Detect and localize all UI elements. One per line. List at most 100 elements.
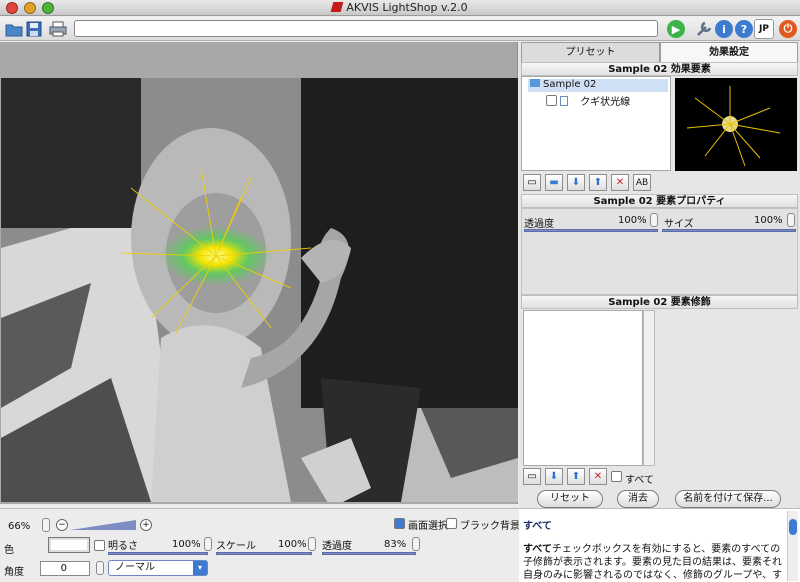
spike-rays-preview-image bbox=[686, 86, 781, 167]
folder-open-icon: ▬ bbox=[549, 177, 559, 188]
angle-input[interactable]: 0 bbox=[40, 561, 90, 576]
bottom-controls: 66% − + 画面選択 ブラック背景 色 明るさ 100% スケール 100%… bbox=[0, 508, 520, 582]
right-panel: プリセット 効果設定 Sample 02 効果要素 Sample 02 クギ状光… bbox=[519, 42, 800, 508]
save-as-button[interactable]: 名前を付けて保存... bbox=[675, 490, 781, 508]
black-bg-label: ブラック背景 bbox=[460, 521, 520, 532]
tree-root-label: Sample 02 bbox=[543, 79, 597, 90]
play-icon: ▶ bbox=[667, 20, 685, 38]
move-up-button[interactable]: ⬆ bbox=[589, 174, 607, 191]
move-down-button[interactable]: ⬇ bbox=[567, 174, 585, 191]
scale-label: スケール bbox=[216, 541, 256, 552]
properties-area: 透過度 100% サイズ 100% bbox=[521, 208, 798, 295]
show-all-label: すべて bbox=[625, 475, 654, 486]
add-folder-button[interactable]: ▬ bbox=[545, 174, 563, 191]
help-button[interactable]: ? bbox=[734, 19, 754, 39]
rename-icon: AB bbox=[635, 177, 649, 188]
printer-icon bbox=[49, 21, 67, 37]
wrench-icon bbox=[697, 21, 712, 36]
opacity-bottom-stepper[interactable] bbox=[412, 537, 420, 551]
preferences-button[interactable] bbox=[694, 19, 714, 39]
photo-image bbox=[1, 78, 518, 502]
delete-x-icon: ✕ bbox=[593, 471, 603, 482]
opacity-slider[interactable] bbox=[524, 229, 658, 232]
photo-canvas[interactable] bbox=[1, 78, 518, 502]
scale-stepper[interactable] bbox=[308, 537, 316, 551]
tree-child-label: クギ状光線 bbox=[580, 97, 631, 108]
help-body: チェックボックスを有効にすると、要素のすべての子修飾が表示されます。要素の見た目… bbox=[523, 544, 783, 581]
modifiers-toolbar: ▭ ⬇ ⬆ ✕ すべて bbox=[523, 468, 673, 488]
new-document-icon: ▭ bbox=[527, 471, 537, 482]
arrow-up-icon: ⬆ bbox=[593, 177, 603, 188]
akvis-logo-icon bbox=[331, 2, 344, 12]
color-swatch[interactable] bbox=[48, 537, 90, 553]
tree-item-spike-rays[interactable]: クギ状光線 bbox=[546, 93, 666, 108]
modifiers-scrollbar[interactable] bbox=[643, 310, 655, 466]
blend-mode-select[interactable]: ノーマル ▾ bbox=[108, 560, 208, 576]
folder-icon bbox=[530, 79, 540, 87]
language-button[interactable]: JP bbox=[754, 19, 774, 39]
print-button[interactable] bbox=[48, 19, 68, 39]
tab-effect-settings[interactable]: 効果設定 bbox=[660, 42, 798, 62]
zoom-in-icon[interactable]: + bbox=[140, 519, 152, 531]
modifiers-list[interactable] bbox=[523, 310, 643, 466]
size-stepper[interactable] bbox=[787, 213, 795, 227]
angle-stepper[interactable] bbox=[96, 561, 104, 575]
arrow-down-icon: ⬇ bbox=[571, 177, 581, 188]
document-icon bbox=[560, 96, 569, 106]
floppy-disk-icon bbox=[26, 21, 42, 37]
help-text: すべてチェックボックスを有効にすると、要素のすべての子修飾が表示されます。要素の… bbox=[523, 543, 783, 582]
path-field[interactable] bbox=[74, 20, 658, 37]
tree-item-root[interactable]: Sample 02 bbox=[528, 79, 668, 92]
help-panel: すべて すべてチェックボックスを有効にすると、要素のすべての子修飾が表示されます… bbox=[519, 508, 800, 582]
show-all-checkbox[interactable] bbox=[611, 471, 622, 482]
window-title: AKVIS LightShop v.2.0 bbox=[0, 1, 800, 14]
reset-button[interactable]: リセット bbox=[537, 490, 603, 508]
brightness-stepper[interactable] bbox=[204, 537, 212, 551]
help-scroll-thumb[interactable] bbox=[789, 519, 797, 535]
power-button[interactable]: ⏻ bbox=[778, 19, 798, 39]
zoom-out-icon[interactable]: − bbox=[56, 519, 68, 531]
help-scrollbar[interactable] bbox=[787, 511, 798, 581]
zoom-slider[interactable] bbox=[70, 519, 136, 531]
info-button[interactable]: i bbox=[714, 19, 734, 39]
delete-x-icon: ✕ bbox=[615, 177, 625, 188]
element-visible-checkbox[interactable] bbox=[546, 95, 557, 106]
open-button[interactable] bbox=[4, 19, 24, 39]
scale-slider[interactable] bbox=[216, 552, 312, 555]
rename-element-button[interactable]: AB bbox=[633, 174, 651, 191]
screen-select-label: 画面選択 bbox=[408, 521, 448, 532]
opacity-value[interactable]: 100% bbox=[618, 215, 647, 226]
opacity-stepper[interactable] bbox=[650, 213, 658, 227]
screen-select-checkbox[interactable] bbox=[394, 518, 405, 529]
opacity-bottom-slider[interactable] bbox=[322, 552, 416, 555]
save-button[interactable] bbox=[24, 19, 44, 39]
new-modifier-button[interactable]: ▭ bbox=[523, 468, 541, 485]
run-button[interactable]: ▶ bbox=[666, 19, 686, 39]
black-bg-checkbox[interactable] bbox=[446, 518, 457, 529]
brightness-slider[interactable] bbox=[108, 552, 208, 555]
delete-button[interactable]: 消去 bbox=[617, 490, 659, 508]
window-title-text: AKVIS LightShop v.2.0 bbox=[346, 1, 468, 14]
new-element-button[interactable]: ▭ bbox=[523, 174, 541, 191]
size-value[interactable]: 100% bbox=[754, 215, 783, 226]
element-preview bbox=[675, 78, 797, 171]
elements-tree[interactable]: Sample 02 クギ状光線 bbox=[521, 76, 671, 171]
delete-element-button[interactable]: ✕ bbox=[611, 174, 629, 191]
color-label: 色 bbox=[4, 545, 14, 556]
color-checkbox[interactable] bbox=[94, 540, 105, 551]
scale-value[interactable]: 100% bbox=[278, 539, 307, 550]
modifier-down-button[interactable]: ⬇ bbox=[545, 468, 563, 485]
chevron-down-icon: ▾ bbox=[193, 561, 207, 575]
zoom-stepper[interactable] bbox=[42, 518, 50, 532]
brightness-value[interactable]: 100% bbox=[172, 539, 201, 550]
modifier-up-button[interactable]: ⬆ bbox=[567, 468, 585, 485]
opacity-bottom-value[interactable]: 83% bbox=[384, 539, 406, 550]
title-bar: AKVIS LightShop v.2.0 bbox=[0, 0, 800, 16]
tab-presets[interactable]: プリセット bbox=[521, 42, 660, 62]
zoom-value[interactable]: 66% bbox=[8, 521, 30, 532]
info-icon: i bbox=[715, 20, 733, 38]
size-slider[interactable] bbox=[662, 229, 796, 232]
delete-modifier-button[interactable]: ✕ bbox=[589, 468, 607, 485]
open-folder-icon bbox=[5, 24, 23, 37]
canvas-area[interactable] bbox=[0, 42, 518, 504]
